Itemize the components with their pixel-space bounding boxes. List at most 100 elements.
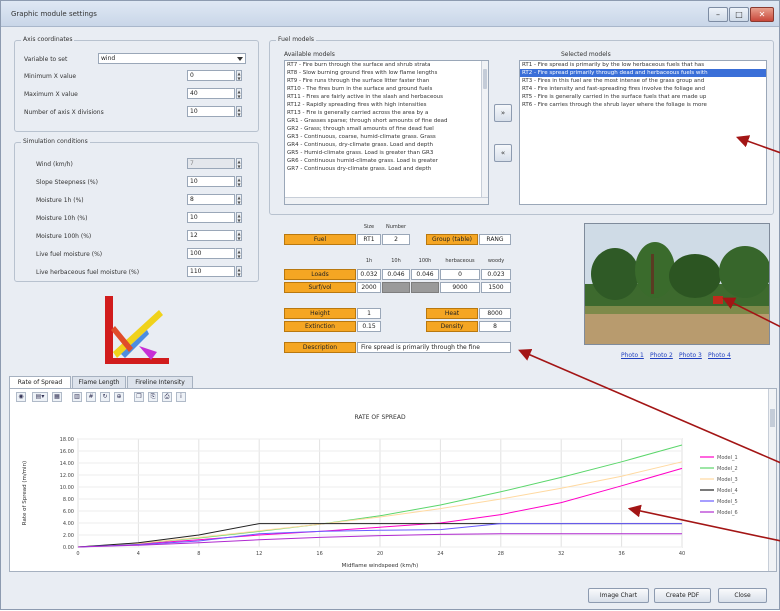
sim-row-spinner[interactable]: ▲ ▼ — [236, 248, 242, 259]
sim-row-input[interactable]: 12 — [187, 230, 235, 241]
height-field[interactable]: 1 — [357, 308, 381, 319]
load-cell[interactable]: 0.046 — [382, 269, 410, 280]
selected-model-item[interactable]: RT4 - Fire intensity and fast-spreading … — [520, 85, 766, 93]
available-scrollbar[interactable] — [481, 61, 488, 204]
col-woody: woody — [487, 258, 505, 264]
sim-row-spinner[interactable]: ▲ ▼ — [236, 176, 242, 187]
surf-vol-label: Surf/vol — [284, 282, 356, 293]
photo-link[interactable]: Photo 1 — [621, 352, 644, 359]
sim-row-input[interactable]: 10 — [187, 176, 235, 187]
surf-vol-cell[interactable]: 9000 — [440, 282, 480, 293]
divisions-input[interactable]: 10 — [187, 106, 235, 117]
available-model-item[interactable]: RT13 - Fire is generally carried across … — [285, 109, 488, 117]
sim-row-input[interactable]: 7 — [187, 158, 235, 169]
sim-row-input[interactable]: 8 — [187, 194, 235, 205]
export-icon[interactable]: ⎘ — [148, 392, 158, 402]
selected-model-item[interactable]: RT2 - Fire spread primarily through dead… — [520, 69, 766, 77]
photo-link[interactable]: Photo 2 — [650, 352, 673, 359]
divisions-spinner[interactable]: ▲ ▼ — [236, 106, 242, 117]
maximize-button[interactable]: □ — [729, 7, 749, 22]
surf-vol-cell[interactable]: 2000 — [357, 282, 381, 293]
grid-icon[interactable]: # — [86, 392, 96, 402]
load-cell[interactable]: 0 — [440, 269, 480, 280]
add-model-button[interactable]: » — [494, 104, 512, 122]
available-model-item[interactable]: GR2 - Grass; through small amounts of fi… — [285, 125, 488, 133]
fuel-label: Fuel — [284, 234, 356, 245]
load-cell[interactable]: 0.032 — [357, 269, 381, 280]
photo-link[interactable]: Photo 3 — [679, 352, 702, 359]
variable-select[interactable]: wind — [98, 53, 246, 64]
surf-vol-cell[interactable]: 1500 — [481, 282, 511, 293]
minimize-button[interactable]: – — [708, 7, 728, 22]
sim-row-spinner[interactable]: ▲ ▼ — [236, 230, 242, 241]
heat-field[interactable]: 8000 — [479, 308, 511, 319]
max-x-input[interactable]: 40 — [187, 88, 235, 99]
available-model-item[interactable]: RT10 - The fires burn in the surface and… — [285, 85, 488, 93]
selected-model-item[interactable]: RT6 - Fire carries through the shrub lay… — [520, 101, 766, 109]
title-bar: Graphic module settings – □ ✕ — [1, 1, 779, 27]
sim-row-input[interactable]: 110 — [187, 266, 235, 277]
fuel-number-field[interactable]: 2 — [382, 234, 410, 245]
x-tick-label: 36 — [618, 551, 624, 557]
legend-label: Model_2 — [717, 466, 738, 472]
available-models-list[interactable]: RT7 - Fire burn through the surface and … — [284, 60, 489, 205]
fuel-code-field[interactable]: RT1 — [357, 234, 381, 245]
close-window-button[interactable]: ✕ — [750, 7, 774, 22]
gallery-icon[interactable]: ▥ — [72, 392, 82, 402]
sim-row-spinner[interactable]: ▲ ▼ — [236, 194, 242, 205]
selected-model-item[interactable]: RT5 - Fire is generally carried in the s… — [520, 93, 766, 101]
copy-icon[interactable]: ❐ — [134, 392, 144, 402]
sim-row-input[interactable]: 100 — [187, 248, 235, 259]
available-model-item[interactable]: GR5 - Humid-climate grass. Load is great… — [285, 149, 488, 157]
available-hscrollbar[interactable] — [285, 197, 488, 204]
available-model-item[interactable]: GR3 - Continuous, coarse, humid-climate … — [285, 133, 488, 141]
chart-type-icon[interactable]: ▤▾ — [32, 392, 48, 402]
selected-models-list[interactable]: RT1 - Fire spread is primarily by the lo… — [519, 60, 767, 205]
tab-flame-length[interactable]: Flame Length — [72, 376, 126, 388]
col-1h: 1h — [365, 258, 373, 264]
sim-row-label: Moisture 100h (%) — [36, 233, 92, 240]
sim-row-spinner[interactable]: ▲ ▼ — [236, 212, 242, 223]
rotate-icon[interactable]: ↻ — [100, 392, 110, 402]
sim-row-spinner[interactable]: ▲ ▼ — [236, 158, 242, 169]
available-model-item[interactable]: GR1 - Grasses sparse; through short amou… — [285, 117, 488, 125]
load-cell[interactable]: 0.046 — [411, 269, 439, 280]
available-model-item[interactable]: GR6 - Continuous humid-climate grass. Lo… — [285, 157, 488, 165]
sim-group-label: Simulation conditions — [21, 138, 90, 145]
print-icon[interactable]: ⎙ — [162, 392, 172, 402]
min-x-spinner[interactable]: ▲ ▼ — [236, 70, 242, 81]
description-field[interactable]: Fire spread is primarily through the fin… — [357, 342, 511, 353]
available-model-item[interactable]: RT7 - Fire burn through the surface and … — [285, 61, 488, 69]
available-model-item[interactable]: RT11 - Fires are fairly active in the sl… — [285, 93, 488, 101]
density-field[interactable]: 8 — [479, 321, 511, 332]
x-tick-label: 4 — [137, 551, 140, 557]
group-field[interactable]: RANG — [479, 234, 511, 245]
available-model-item[interactable]: GR4 - Continuous, dry-climate grass. Loa… — [285, 141, 488, 149]
chart-scrollbar[interactable] — [768, 389, 776, 571]
eye-icon[interactable]: ◉ — [16, 392, 26, 402]
photo-link[interactable]: Photo 4 — [708, 352, 731, 359]
min-x-input[interactable]: 0 — [187, 70, 235, 81]
load-cell[interactable]: 0.023 — [481, 269, 511, 280]
sim-row-spinner[interactable]: ▲ ▼ — [236, 266, 242, 277]
max-x-spinner[interactable]: ▲ ▼ — [236, 88, 242, 99]
palette-icon[interactable]: ▦ — [52, 392, 62, 402]
extinction-field[interactable]: 0.15 — [357, 321, 381, 332]
available-model-item[interactable]: GR7 - Continuous dry-climate grass. Load… — [285, 165, 488, 173]
sim-row-label: Slope Steepness (%) — [36, 179, 98, 186]
selected-model-item[interactable]: RT3 - Fires in this fuel are the most in… — [520, 77, 766, 85]
available-model-item[interactable]: RT9 - Fire runs through the surface litt… — [285, 77, 488, 85]
available-model-item[interactable]: RT8 - Slow burning ground fires with low… — [285, 69, 488, 77]
close-button[interactable]: Close — [718, 588, 767, 603]
remove-model-button[interactable]: « — [494, 144, 512, 162]
selected-model-item[interactable]: RT1 - Fire spread is primarily by the lo… — [520, 61, 766, 69]
group-label: Group (table) — [426, 234, 478, 245]
create-pdf-button[interactable]: Create PDF — [654, 588, 711, 603]
info-icon[interactable]: i — [176, 392, 186, 402]
sim-row-input[interactable]: 10 — [187, 212, 235, 223]
zoom-icon[interactable]: ⊕ — [114, 392, 124, 402]
available-model-item[interactable]: RT12 - Rapidly spreading fires with high… — [285, 101, 488, 109]
col-10h: 10h — [391, 258, 401, 264]
image-chart-button[interactable]: Image Chart — [588, 588, 649, 603]
tab-fireline-intensity[interactable]: Fireline Intensity — [127, 376, 193, 388]
